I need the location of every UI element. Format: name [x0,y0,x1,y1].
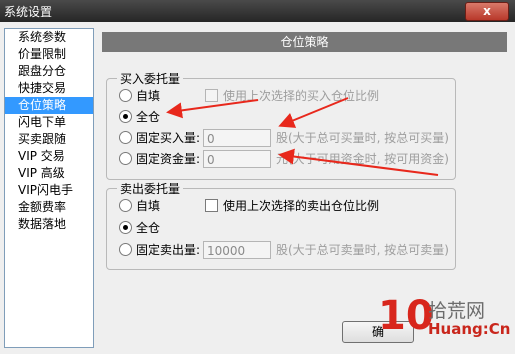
sell-fixed-qty-input: 10000 [203,241,271,259]
sell-manual-option[interactable]: 自填 [119,197,160,215]
buy-use-last-label: 使用上次选择的买入仓位比例 [223,89,380,103]
panel-header: 仓位策略 [102,32,507,52]
buy-all-label: 全仓 [136,110,161,124]
settings-category-list[interactable]: 系统参数 价量限制 跟盘分仓 快捷交易 仓位策略 闪电下单 买卖跟随 VIP 交… [4,28,94,348]
sell-all-radio[interactable] [119,221,132,234]
sell-fixed-qty-option[interactable]: 固定卖出量: [119,241,200,259]
buy-all-option[interactable]: 全仓 [119,108,160,126]
sidebar-item-flash-order[interactable]: 闪电下单 [5,114,93,131]
watermark-logo: 10 [378,293,434,339]
buy-use-last-checkbox [205,89,218,102]
title-bar: 系统设置 x [0,0,515,22]
close-icon: x [483,4,491,18]
sell-fixed-qty-label: 固定卖出量: [136,243,201,257]
sell-all-label: 全仓 [136,221,161,235]
watermark-domain: Huang:Cn [428,320,511,338]
buy-fixed-amount-option[interactable]: 固定资金量: [119,150,200,168]
sidebar-item-price-volume-limit[interactable]: 价量限制 [5,46,93,63]
sidebar-item-vip-advanced[interactable]: VIP 高级 [5,165,93,182]
sell-manual-radio[interactable] [119,199,132,212]
buy-manual-option[interactable]: 自填 [119,87,160,105]
sidebar-item-system-params[interactable]: 系统参数 [5,29,93,46]
buy-fixed-amount-note: 元(大于可用资金时, 按可用资金) [276,152,449,166]
buy-use-last-option: 使用上次选择的买入仓位比例 [205,87,379,105]
sell-quantity-group: 卖出委托量 自填 使用上次选择的卖出仓位比例 全仓 固定卖出量: 10000 股… [106,180,456,270]
sell-group-label: 卖出委托量 [117,180,184,197]
buy-manual-label: 自填 [136,89,161,103]
sidebar-item-position-strategy[interactable]: 仓位策略 [5,97,93,114]
buy-fixed-amount-input: 0 [203,150,271,168]
sell-use-last-label: 使用上次选择的卖出仓位比例 [223,199,380,213]
sell-all-option[interactable]: 全仓 [119,219,160,237]
sidebar-item-vip-trade[interactable]: VIP 交易 [5,148,93,165]
sidebar-item-vip-flash[interactable]: VIP闪电手 [5,182,93,199]
buy-quantity-group: 买入委托量 自填 使用上次选择的买入仓位比例 全仓 固定买入量: 0 股(大于总… [106,70,456,180]
sell-use-last-option[interactable]: 使用上次选择的卖出仓位比例 [205,197,379,215]
sell-manual-label: 自填 [136,199,161,213]
close-button[interactable]: x [465,2,509,21]
buy-fixed-qty-radio[interactable] [119,131,132,144]
buy-fixed-qty-input: 0 [203,129,271,147]
buy-fixed-amount-radio[interactable] [119,152,132,165]
sidebar-item-trade-follow[interactable]: 买卖跟随 [5,131,93,148]
site-watermark: 10 拾荒网 Huang:Cn [378,290,510,346]
sell-fixed-qty-note: 股(大于总可卖量时, 按总可卖量) [276,243,449,257]
sidebar-item-follow-split[interactable]: 跟盘分仓 [5,63,93,80]
buy-fixed-qty-label: 固定买入量: [136,131,201,145]
buy-all-radio[interactable] [119,110,132,123]
sidebar-item-quick-trade[interactable]: 快捷交易 [5,80,93,97]
buy-fixed-qty-note: 股(大于总可买量时, 按总可买量) [276,131,449,145]
buy-fixed-qty-option[interactable]: 固定买入量: [119,129,200,147]
sidebar-item-fee-rate[interactable]: 金额费率 [5,199,93,216]
sell-use-last-checkbox[interactable] [205,199,218,212]
sidebar-item-data-export[interactable]: 数据落地 [5,216,93,233]
sell-fixed-qty-radio[interactable] [119,243,132,256]
buy-manual-radio[interactable] [119,89,132,102]
window-title: 系统设置 [4,5,53,19]
buy-fixed-amount-label: 固定资金量: [136,152,201,166]
watermark-site-name: 拾荒网 [428,300,486,322]
buy-group-label: 买入委托量 [117,70,184,87]
